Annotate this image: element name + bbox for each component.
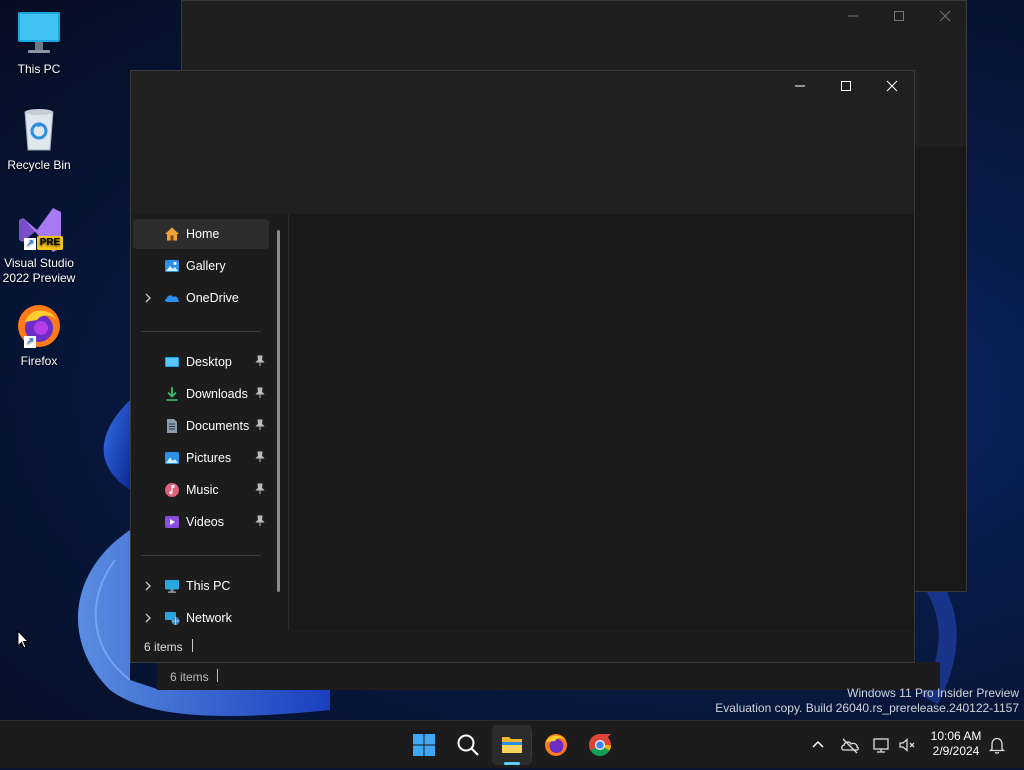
desktop-icon-firefox[interactable]: ↗ Firefox (1, 302, 77, 369)
nav-divider (141, 331, 261, 332)
gallery-icon (165, 260, 179, 272)
close-icon (939, 10, 951, 22)
chevron-right-icon[interactable] (143, 612, 153, 624)
minimize-button[interactable] (830, 1, 876, 31)
music-icon (165, 483, 179, 497)
desktop-icon-visual-studio[interactable]: PRE ↗ Visual Studio 2022 Preview (1, 204, 77, 286)
minimize-icon (795, 85, 805, 87)
nav-scrollbar[interactable] (277, 230, 280, 592)
file-explorer-taskbar-button[interactable] (492, 725, 532, 765)
file-list-area[interactable] (289, 214, 914, 630)
active-indicator (504, 762, 520, 765)
cloud-offline-icon (841, 738, 859, 754)
shortcut-arrow-icon: ↗ (24, 238, 36, 250)
clock-date: 2/9/2024 (932, 744, 980, 758)
nav-item-this-pc[interactable]: This PC (133, 571, 269, 601)
taskbar[interactable]: 10:06 AM 2/9/2024 (0, 720, 1024, 768)
show-hidden-icons-button[interactable] (806, 733, 830, 757)
nav-item-downloads[interactable]: Downloads (133, 379, 269, 409)
desktop-icon-label: Recycle Bin (7, 158, 71, 172)
chevron-up-icon (812, 740, 824, 748)
nav-item-documents[interactable]: Documents (133, 411, 269, 441)
pin-icon (255, 483, 265, 494)
volume-tray-button[interactable] (895, 733, 919, 757)
nav-item-pictures[interactable]: Pictures (133, 443, 269, 473)
start-icon (413, 734, 435, 756)
volume-muted-icon (899, 738, 915, 752)
chrome-icon (589, 734, 611, 756)
nav-item-desktop[interactable]: Desktop (133, 347, 269, 377)
file-explorer-icon (502, 737, 522, 753)
close-button[interactable] (922, 1, 968, 31)
maximize-icon (841, 81, 851, 91)
search-button[interactable] (448, 725, 488, 765)
pin-icon (255, 451, 265, 462)
desktop-icon-recycle-bin[interactable]: Recycle Bin (1, 106, 77, 173)
taskbar-separator (531, 733, 532, 757)
desktop-icon-label: Firefox (20, 354, 58, 368)
network-tray-button[interactable] (869, 733, 893, 757)
chevron-right-icon[interactable] (143, 580, 153, 592)
nav-item-gallery[interactable]: Gallery (133, 251, 269, 281)
desktop-icon-label: This PC (17, 62, 61, 76)
chrome-taskbar-button[interactable] (580, 725, 620, 765)
visual-studio-icon: PRE ↗ (15, 204, 63, 252)
pre-badge: PRE (37, 236, 63, 250)
pin-icon (255, 355, 265, 366)
bell-icon (988, 737, 1006, 754)
pictures-icon (165, 452, 179, 464)
mouse-cursor-icon (17, 630, 29, 649)
firefox-icon: ↗ (15, 302, 63, 350)
downloads-icon (166, 387, 178, 401)
minimize-button[interactable] (777, 71, 823, 101)
close-button[interactable] (869, 71, 915, 101)
desktop-icon-this-pc[interactable]: This PC (1, 10, 77, 77)
shortcut-arrow-icon: ↗ (24, 336, 36, 348)
videos-icon (165, 516, 179, 528)
network-status-icon (873, 738, 889, 753)
pin-icon (255, 419, 265, 430)
start-button[interactable] (404, 725, 444, 765)
onedrive-icon (165, 295, 179, 302)
minimize-icon (848, 15, 858, 17)
nav-divider (141, 555, 261, 556)
documents-icon (167, 419, 177, 433)
pin-icon (255, 515, 265, 526)
onedrive-tray-button[interactable] (838, 733, 862, 757)
explorer-window[interactable]: Home Gallery OneDrive Desktop Downloads … (130, 70, 915, 663)
pin-icon (255, 387, 265, 398)
recycle-bin-icon (15, 106, 63, 154)
evaluation-watermark: Windows 11 Pro Insider Preview Evaluatio… (715, 686, 1019, 715)
navigation-pane[interactable]: Home Gallery OneDrive Desktop Downloads … (131, 214, 289, 630)
maximize-icon (894, 11, 904, 21)
desktop-icon-label: Visual Studio 2022 Preview (2, 256, 76, 285)
search-icon (457, 734, 479, 756)
chevron-right-icon[interactable] (143, 292, 153, 304)
maximize-button[interactable] (876, 1, 922, 31)
clock[interactable]: 10:06 AM 2/9/2024 (925, 729, 987, 759)
clock-time: 10:06 AM (930, 729, 982, 743)
nav-item-videos[interactable]: Videos (133, 507, 269, 537)
maximize-button[interactable] (823, 71, 869, 101)
item-count: 6 items (170, 670, 209, 684)
firefox-icon (545, 734, 567, 756)
firefox-taskbar-button[interactable] (536, 725, 576, 765)
nav-item-home[interactable]: Home (133, 219, 269, 249)
notifications-button[interactable] (985, 733, 1009, 757)
close-icon (886, 80, 898, 92)
status-bar: 6 items (131, 630, 914, 662)
nav-item-network[interactable]: Network (133, 603, 269, 633)
desktop-folder-icon (165, 357, 179, 367)
network-icon (165, 612, 180, 625)
monitor-icon (15, 10, 63, 58)
nav-item-onedrive[interactable]: OneDrive (133, 283, 269, 313)
home-icon (165, 227, 179, 241)
this-pc-icon (165, 580, 179, 593)
item-count: 6 items (144, 640, 183, 654)
nav-item-music[interactable]: Music (133, 475, 269, 505)
desktop: This PC Recycle Bin PRE ↗ Visual Studio … (0, 0, 1024, 720)
